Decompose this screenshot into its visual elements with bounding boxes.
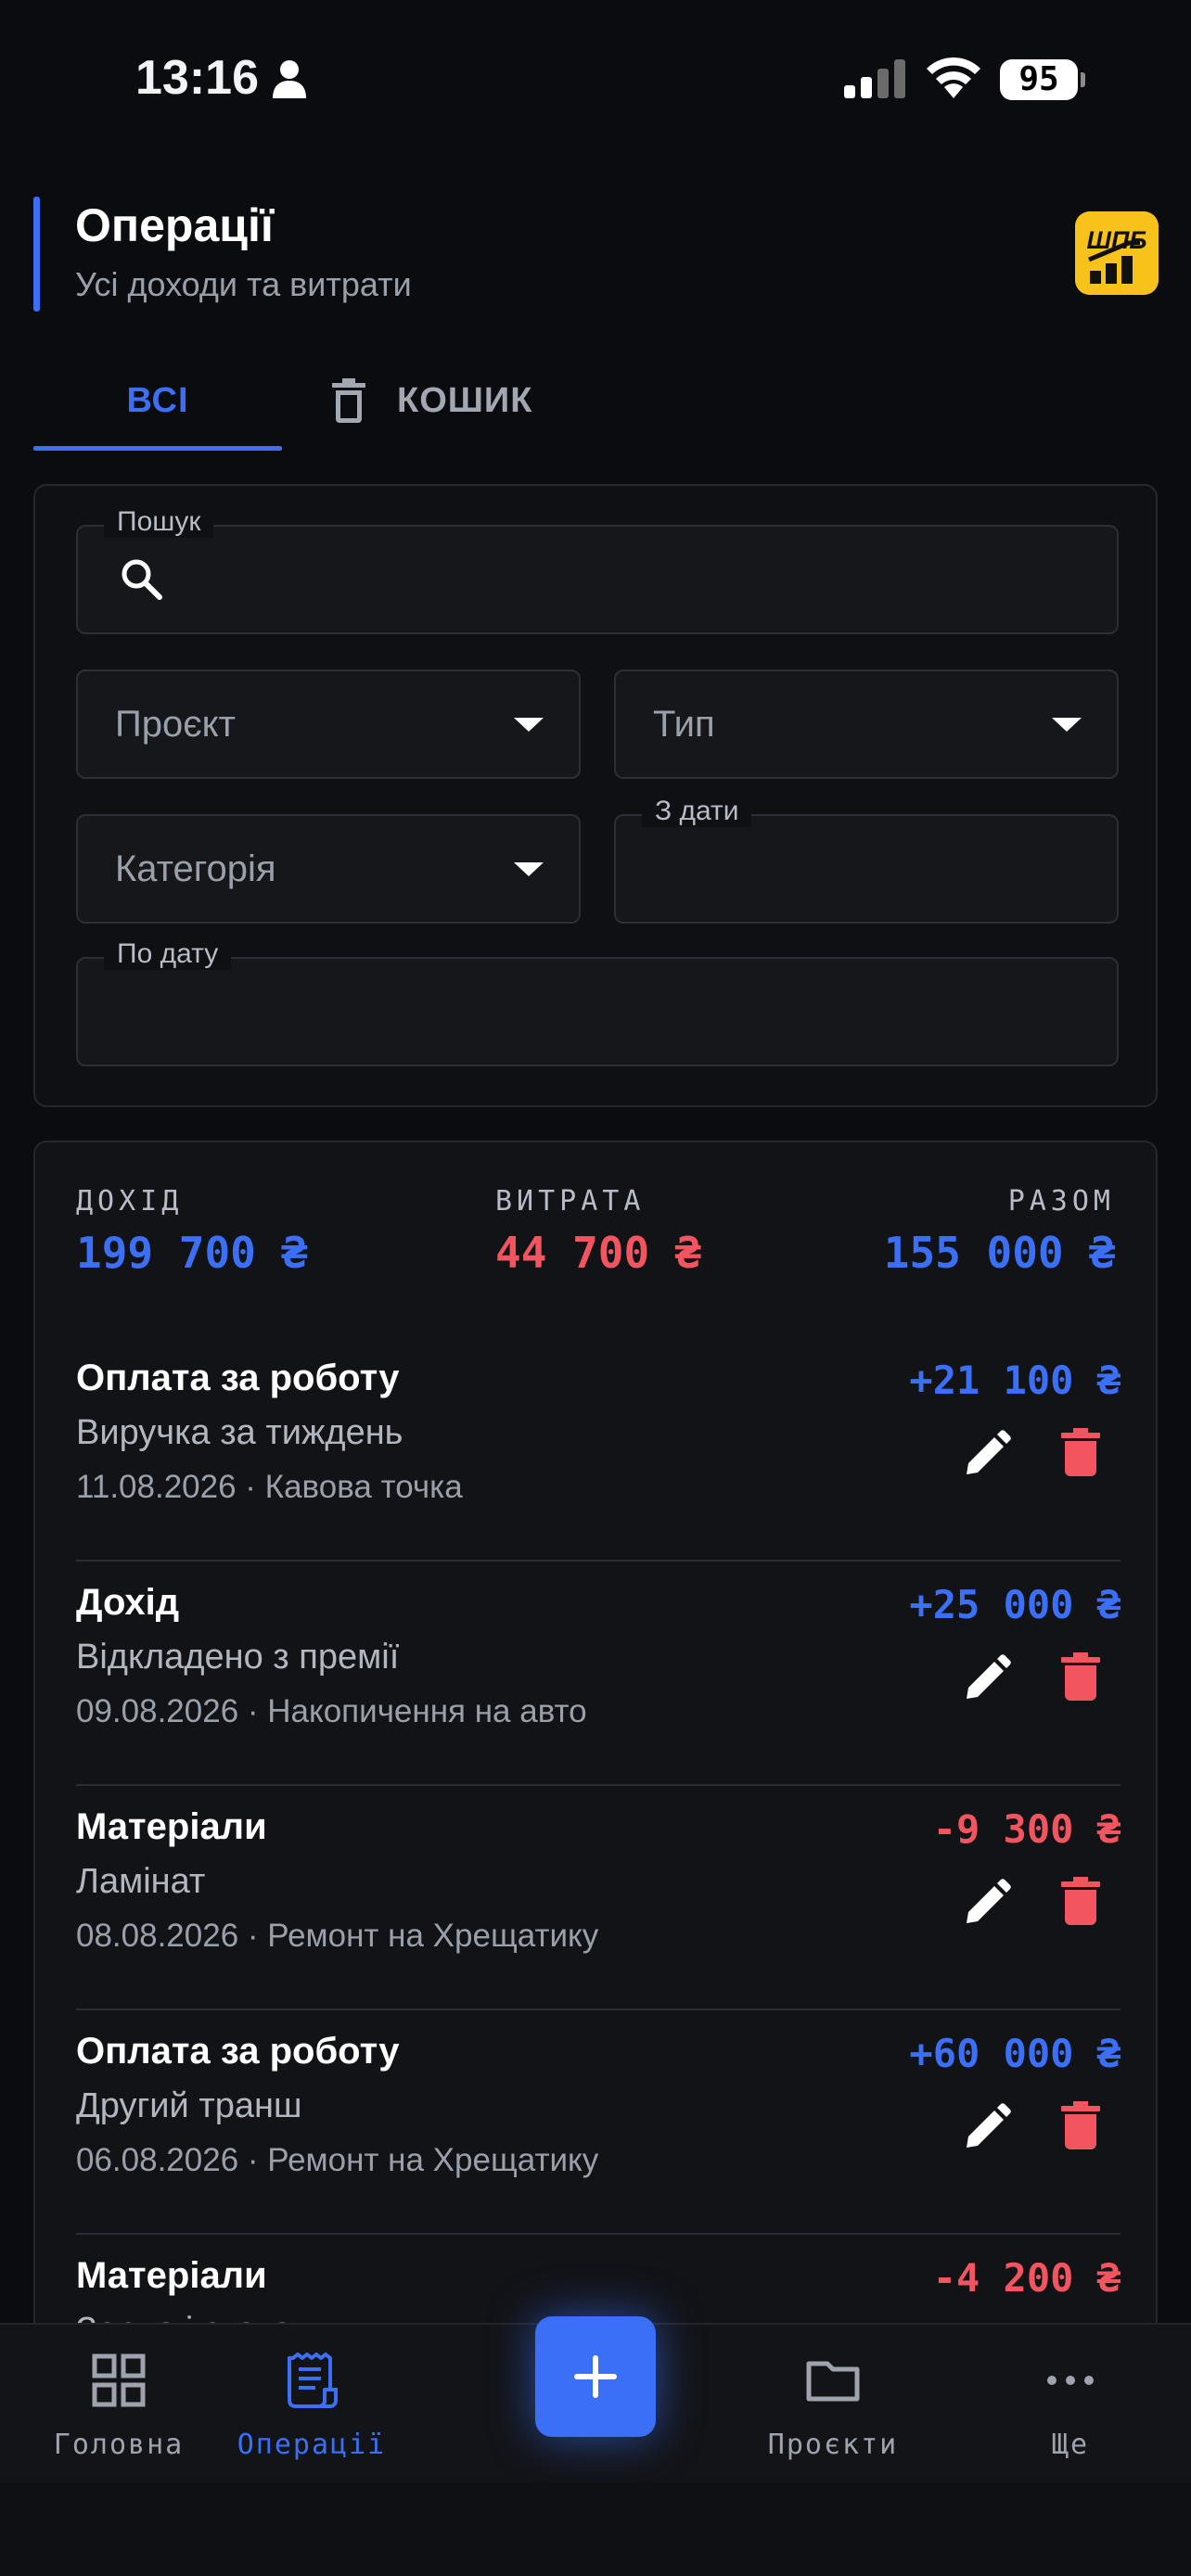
project-placeholder: Проєкт <box>115 703 236 745</box>
operation-item[interactable]: Дохід Відкладено з премії 09.08.2026 · Н… <box>76 1562 1121 1786</box>
battery-indicator: 95 <box>1000 59 1085 100</box>
nav-operations[interactable]: Операції <box>219 2353 404 2473</box>
operation-amount: +60 000 ₴ <box>909 2031 1121 2076</box>
edit-icon[interactable] <box>963 1654 1011 1702</box>
more-dots-icon <box>1047 2376 1094 2385</box>
edit-icon[interactable] <box>963 1430 1011 1478</box>
income-value: 199 700 ₴ <box>76 1228 308 1278</box>
operation-meta: 11.08.2026 · Кавова точка <box>76 1469 463 1505</box>
filters-card: Пошук Проєкт Тип Категорія З дати По дат… <box>33 484 1158 1107</box>
edit-icon[interactable] <box>963 1879 1011 1927</box>
delete-icon[interactable] <box>1061 1877 1100 1925</box>
grid-icon <box>92 2353 146 2407</box>
operation-title: Матеріали <box>76 1806 267 1847</box>
expense-label: ВИТРАТА <box>495 1185 646 1218</box>
category-placeholder: Категорія <box>115 848 276 889</box>
search-icon <box>122 559 162 600</box>
battery-cap <box>1081 72 1085 87</box>
nav-projects[interactable]: Проєкти <box>740 2353 926 2473</box>
date-to-label: По дату <box>104 938 232 970</box>
operation-amount: +21 100 ₴ <box>909 1358 1121 1403</box>
date-to-field[interactable]: По дату <box>76 938 1119 1066</box>
nav-more-label: Ще <box>1051 2429 1090 2461</box>
operation-title: Оплата за роботу <box>76 2031 400 2072</box>
operations-list-card: ДОХІД 199 700 ₴ ВИТРАТА 44 700 ₴ РАЗОМ 1… <box>33 1141 1158 2346</box>
operation-item[interactable]: Матеріали Ламінат 08.08.2026 · Ремонт на… <box>76 1786 1121 2010</box>
operation-item[interactable]: Оплата за роботу Виручка за тиждень 11.0… <box>76 1337 1121 1562</box>
tab-all-label: ВСІ <box>126 380 189 420</box>
operation-title: Матеріали <box>76 2255 267 2296</box>
person-icon <box>273 60 306 98</box>
cellular-signal-icon <box>844 59 905 98</box>
category-select[interactable]: Категорія <box>76 814 581 924</box>
total-value: 155 000 ₴ <box>883 1228 1115 1278</box>
tab-trash[interactable]: КОШИК <box>330 351 608 451</box>
header-accent-bar <box>33 197 40 312</box>
operation-amount: -4 200 ₴ <box>932 2255 1121 2301</box>
nav-home-label: Головна <box>53 2429 185 2461</box>
nav-more[interactable]: Ще <box>978 2353 1163 2473</box>
date-from-field[interactable]: З дати <box>614 796 1119 924</box>
operation-item[interactable]: Оплата за роботу Другий транш 06.08.2026… <box>76 2010 1121 2235</box>
plus-icon <box>574 2355 617 2398</box>
nav-home[interactable]: Головна <box>26 2353 211 2473</box>
expense-value: 44 700 ₴ <box>495 1228 701 1278</box>
delete-icon[interactable] <box>1061 2101 1100 2149</box>
operation-description: Виручка за тиждень <box>76 1413 403 1452</box>
operations-tabs: ВСІ КОШИК <box>33 351 1158 451</box>
operation-title: Дохід <box>76 1582 180 1623</box>
add-operation-button[interactable] <box>535 2316 656 2437</box>
operation-meta: 06.08.2026 · Ремонт на Хрещатику <box>76 2142 599 2178</box>
status-time: 13:16 <box>135 51 259 105</box>
operation-description: Другий транш <box>76 2086 302 2125</box>
nav-operations-label: Операції <box>237 2429 387 2461</box>
type-placeholder: Тип <box>653 703 715 745</box>
edit-icon[interactable] <box>963 2103 1011 2151</box>
folder-icon <box>806 2361 860 2402</box>
chevron-down-icon <box>1052 718 1082 732</box>
chevron-down-icon <box>514 718 544 732</box>
search-input[interactable]: Пошук <box>76 506 1119 634</box>
active-tab-indicator <box>33 446 282 451</box>
page-subtitle: Усі доходи та витрати <box>75 265 412 303</box>
operation-meta: 09.08.2026 · Накопичення на авто <box>76 1693 587 1729</box>
page-header: Операції Усі доходи та витрати ШПБ <box>33 195 1159 315</box>
delete-icon[interactable] <box>1061 1428 1100 1476</box>
nav-projects-label: Проєкти <box>767 2429 899 2461</box>
status-bar: 13:16 95 <box>0 0 1191 158</box>
page-title: Операції <box>75 199 274 251</box>
type-select[interactable]: Тип <box>614 670 1119 779</box>
trash-icon <box>332 378 365 423</box>
tab-trash-label: КОШИК <box>397 380 533 420</box>
receipt-icon <box>288 2353 338 2408</box>
operation-description: Відкладено з премії <box>76 1638 400 1677</box>
operation-meta: 08.08.2026 · Ремонт на Хрещатику <box>76 1918 599 1954</box>
home-indicator-area <box>0 2482 1191 2576</box>
date-from-label: З дати <box>642 796 752 827</box>
chevron-down-icon <box>514 862 544 876</box>
operation-amount: +25 000 ₴ <box>909 1582 1121 1627</box>
search-label: Пошук <box>104 506 214 538</box>
delete-icon[interactable] <box>1061 1652 1100 1701</box>
operation-amount: -9 300 ₴ <box>932 1806 1121 1852</box>
project-select[interactable]: Проєкт <box>76 670 581 779</box>
brand-logo[interactable]: ШПБ <box>1075 211 1159 295</box>
wifi-icon <box>927 57 980 98</box>
tab-all[interactable]: ВСІ <box>33 351 282 451</box>
total-label: РАЗОМ <box>1007 1185 1115 1218</box>
income-label: ДОХІД <box>76 1185 184 1218</box>
battery-level: 95 <box>1000 59 1078 100</box>
operation-description: Ламінат <box>76 1862 206 1901</box>
operation-title: Оплата за роботу <box>76 1358 400 1398</box>
